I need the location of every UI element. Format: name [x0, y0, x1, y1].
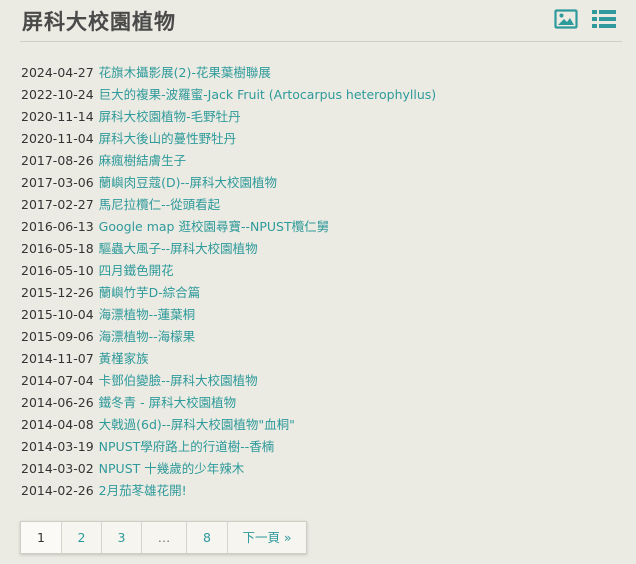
- post-link[interactable]: 四月鐵色開花: [99, 263, 174, 278]
- list-item: 2014-02-26 2月茄苳雄花開!: [21, 480, 621, 502]
- list-item: 2017-02-27 馬尼拉欖仁--從頭看起: [21, 194, 621, 216]
- post-date: 2016-06-13: [21, 219, 94, 234]
- post-link[interactable]: 屏科大後山的蔓性野牡丹: [99, 131, 237, 146]
- post-link[interactable]: 海漂植物--蓮葉桐: [99, 307, 196, 322]
- pagination: 1 2 3… 8 下一頁 »: [20, 521, 307, 554]
- pagination-ellipsis: …: [142, 522, 187, 553]
- page-header: 屏科大校園植物: [20, 0, 622, 42]
- post-list: 2024-04-27 花旗木攝影展(2)-花果葉樹聯展 2022-10-24 巨大的複…: [21, 62, 621, 502]
- post-date: 2016-05-18: [21, 241, 94, 256]
- list-item: 2024-04-27 花旗木攝影展(2)-花果葉樹聯展: [21, 62, 621, 84]
- post-link[interactable]: 卡鄧伯變臉--屏科大校園植物: [99, 373, 258, 388]
- next-page-button[interactable]: 下一頁 »: [228, 522, 306, 553]
- post-link[interactable]: NPUST 十幾歲的少年辣木: [99, 461, 245, 476]
- post-link[interactable]: 麻瘋樹結膚生子: [99, 153, 187, 168]
- page-2-button[interactable]: 2: [62, 522, 102, 553]
- post-date: 2020-11-14: [21, 109, 94, 124]
- post-link[interactable]: 馬尼拉欖仁--從頭看起: [99, 197, 221, 212]
- post-link[interactable]: 黃槿家族: [99, 351, 149, 366]
- page-8-button[interactable]: 8: [187, 522, 228, 553]
- list-item: 2014-06-26 鐵冬青 - 屏科大校園植物: [21, 392, 621, 414]
- list-item: 2015-12-26 蘭嶼竹芋D-綜合篇: [21, 282, 621, 304]
- view-switcher: [554, 9, 616, 29]
- post-date: 2015-09-06: [21, 329, 94, 344]
- list-item: 2015-09-06 海漂植物--海檬果: [21, 326, 621, 348]
- list-item: 2017-08-26 麻瘋樹結膚生子: [21, 150, 621, 172]
- post-date: 2014-03-19: [21, 439, 94, 454]
- post-date: 2014-11-07: [21, 351, 94, 366]
- post-link[interactable]: 大戟過(6d)--屏科大校園植物"血桐": [99, 417, 295, 432]
- post-date: 2017-03-06: [21, 175, 94, 190]
- list-item: 2015-10-04 海漂植物--蓮葉桐: [21, 304, 621, 326]
- post-link[interactable]: 海漂植物--海檬果: [99, 329, 196, 344]
- list-item: 2017-03-06 蘭嶼肉豆蔻(D)--屏科大校園植物: [21, 172, 621, 194]
- post-link[interactable]: 蘭嶼竹芋D-綜合篇: [99, 285, 201, 300]
- list-item: 2014-03-02 NPUST 十幾歲的少年辣木: [21, 458, 621, 480]
- post-link[interactable]: 花旗木攝影展(2)-花果葉樹聯展: [99, 65, 271, 80]
- post-link[interactable]: 屏科大校園植物-毛野牡丹: [99, 109, 241, 124]
- post-date: 2014-07-04: [21, 373, 94, 388]
- post-date: 2020-11-04: [21, 131, 94, 146]
- list-item: 2022-10-24 巨大的複果-波羅蜜-Jack Fruit (Artocarp…: [21, 84, 621, 106]
- list-item: 2014-04-08 大戟過(6d)--屏科大校園植物"血桐": [21, 414, 621, 436]
- post-link[interactable]: 驅蟲大風子--屏科大校園植物: [99, 241, 258, 256]
- post-date: 2015-12-26: [21, 285, 94, 300]
- list-item: 2020-11-04 屏科大後山的蔓性野牡丹: [21, 128, 621, 150]
- post-link[interactable]: 蘭嶼肉豆蔻(D)--屏科大校園植物: [99, 175, 277, 190]
- post-link[interactable]: 巨大的複果-波羅蜜-Jack Fruit (Artocarpus heterop…: [99, 87, 437, 102]
- image-icon[interactable]: [554, 9, 578, 29]
- list-item: 2016-05-18 驅蟲大風子--屏科大校園植物: [21, 238, 621, 260]
- list-item: 2014-11-07 黃槿家族: [21, 348, 621, 370]
- list-item: 2014-07-04 卡鄧伯變臉--屏科大校園植物: [21, 370, 621, 392]
- post-date: 2017-02-27: [21, 197, 94, 212]
- post-date: 2014-02-26: [21, 483, 94, 498]
- list-item: 2016-05-10 四月鐵色開花: [21, 260, 621, 282]
- post-date: 2024-04-27: [21, 65, 94, 80]
- list-item: 2016-06-13 Google map 逛校園尋寶--NPUST欖仁舅: [21, 216, 621, 238]
- post-date: 2017-08-26: [21, 153, 94, 168]
- page-3-button[interactable]: 3: [102, 522, 142, 553]
- post-link[interactable]: Google map 逛校園尋寶--NPUST欖仁舅: [99, 219, 329, 234]
- post-link[interactable]: 鐵冬青 - 屏科大校園植物: [99, 395, 236, 410]
- post-date: 2014-04-08: [21, 417, 94, 432]
- post-link[interactable]: NPUST學府路上的行道樹--香楠: [99, 439, 275, 454]
- post-date: 2015-10-04: [21, 307, 94, 322]
- post-date: 2014-03-02: [21, 461, 94, 476]
- list-item: 2014-03-19 NPUST學府路上的行道樹--香楠: [21, 436, 621, 458]
- page-1-button[interactable]: 1: [21, 522, 62, 553]
- post-date: 2014-06-26: [21, 395, 94, 410]
- page-title: 屏科大校園植物: [22, 10, 176, 34]
- post-link[interactable]: 2月茄苳雄花開!: [99, 483, 187, 498]
- post-date: 2022-10-24: [21, 87, 94, 102]
- list-view-icon[interactable]: [592, 9, 616, 29]
- list-item: 2020-11-14 屏科大校園植物-毛野牡丹: [21, 106, 621, 128]
- post-date: 2016-05-10: [21, 263, 94, 278]
